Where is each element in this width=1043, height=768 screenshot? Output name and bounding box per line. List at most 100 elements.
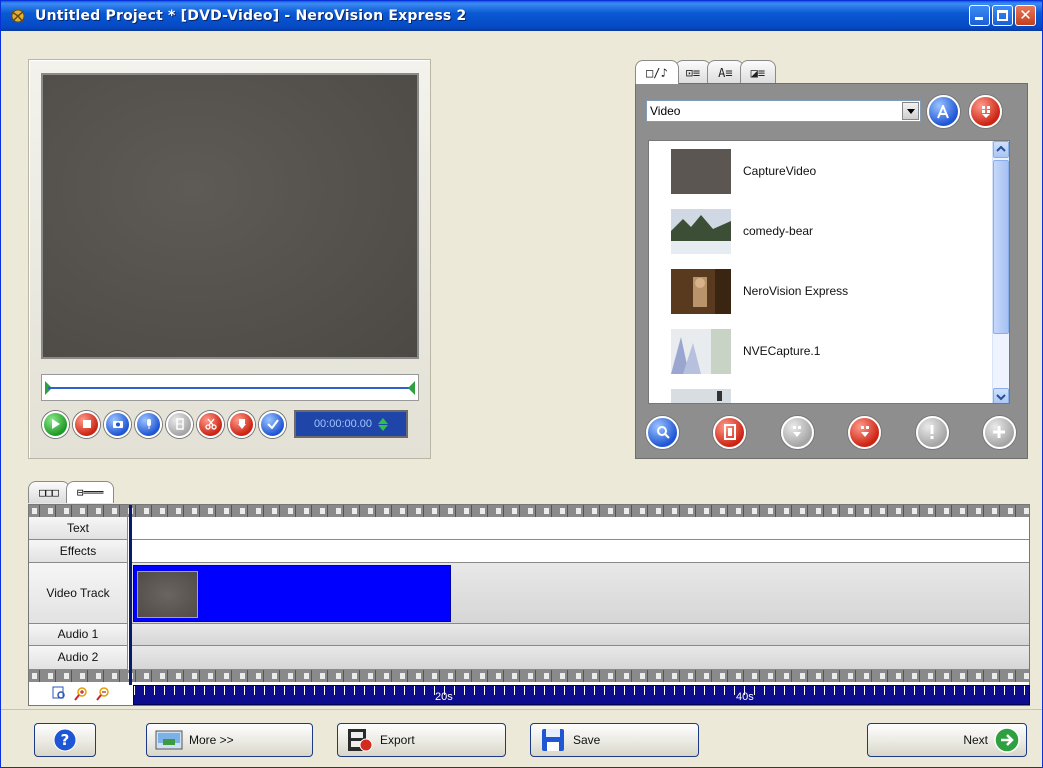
bottom-toolbar: ? More >> Export Save Next [1, 709, 1042, 767]
media-name: CaptureVideo [743, 164, 817, 178]
window-controls: ✕ [969, 5, 1036, 26]
track-label-video: Video Track [29, 563, 128, 624]
media-list[interactable]: CaptureVideo comedy-bear NeroVision Expr… [648, 140, 1010, 404]
playhead-cursor[interactable] [129, 505, 132, 685]
import-down-button[interactable] [780, 415, 814, 449]
add-to-timeline-button[interactable] [848, 415, 882, 449]
save-button[interactable]: Save [530, 723, 699, 757]
tab-video-audio[interactable]: □/♪ [635, 60, 679, 84]
more-button[interactable]: More >> [146, 723, 313, 757]
auto-detect-button[interactable] [927, 95, 960, 128]
zoom-in-icon[interactable] [73, 686, 89, 702]
video-track[interactable] [129, 563, 1029, 624]
title-bar[interactable]: Untitled Project * [DVD-Video] - NeroVis… [1, 1, 1042, 31]
maximize-icon [997, 10, 1008, 21]
end-marker-icon[interactable] [408, 381, 415, 395]
export-label: Export [380, 733, 415, 747]
media-library-panel: Video CaptureVideo comedy-bear NeroVisio… [635, 83, 1028, 459]
category-select[interactable]: Video [646, 100, 921, 122]
split-button[interactable] [228, 410, 255, 438]
cut-button[interactable] [197, 410, 224, 438]
export-icon [348, 729, 373, 752]
grid-down-icon [793, 426, 802, 437]
video-clip[interactable] [133, 565, 451, 622]
effects-track[interactable] [129, 540, 1029, 563]
ruler-label-40s: 40s [736, 691, 754, 703]
chapter-button[interactable] [166, 410, 193, 438]
maximize-button[interactable] [992, 5, 1013, 26]
camera-icon [112, 421, 123, 428]
position-slider[interactable] [41, 374, 419, 401]
add-media-button[interactable] [982, 415, 1016, 449]
scroll-thumb[interactable] [993, 160, 1009, 334]
save-label: Save [573, 733, 601, 747]
snapshot-button[interactable] [104, 410, 131, 438]
exclamation-icon [930, 425, 934, 439]
list-item[interactable]: NeroVision Express [649, 261, 989, 321]
auto-icon [936, 104, 949, 118]
scroll-down-button[interactable] [993, 388, 1009, 403]
media-name: NeroVision Express [743, 284, 849, 298]
next-button[interactable]: Next [867, 723, 1027, 757]
video-thumbnail [671, 148, 731, 194]
window-title: Untitled Project * [DVD-Video] - NeroVis… [35, 8, 467, 24]
list-item[interactable]: NVECapture.1 [649, 321, 989, 381]
minimize-button[interactable] [969, 5, 990, 26]
video-thumbnail [671, 388, 731, 403]
text-track[interactable] [129, 517, 1029, 540]
video-thumbnail [671, 268, 731, 314]
audio1-track[interactable] [129, 624, 1029, 646]
slider-track [48, 387, 412, 389]
tab-transitions[interactable]: ⊡≡ [674, 60, 712, 84]
help-button[interactable]: ? [34, 723, 96, 757]
tab-text-effects[interactable]: A≡ [707, 60, 744, 84]
media-name: comedy-bear [743, 224, 814, 238]
film-strip-top [29, 505, 1029, 517]
search-media-button[interactable] [646, 415, 679, 449]
media-list-scrollbar[interactable] [992, 141, 1009, 403]
library-menu-button[interactable] [969, 95, 1002, 128]
spin-down-icon[interactable] [378, 424, 389, 431]
export-button[interactable]: Export [337, 723, 506, 757]
record-audio-button[interactable] [135, 410, 162, 438]
library-actions [646, 414, 1016, 450]
spin-up-icon[interactable] [378, 417, 389, 424]
magnifier-icon [656, 426, 670, 439]
timecode-field[interactable]: 00:00:00.00 [294, 410, 408, 438]
help-glyph: ? [61, 731, 70, 749]
zoom-fit-icon[interactable] [51, 686, 67, 702]
list-item[interactable] [649, 381, 989, 403]
scroll-up-button[interactable] [993, 141, 1009, 158]
audio2-track[interactable] [129, 646, 1029, 670]
stop-button[interactable] [73, 410, 100, 438]
microphone-icon [146, 419, 151, 429]
confirm-button[interactable] [259, 410, 286, 438]
close-button[interactable]: ✕ [1015, 5, 1036, 26]
grid-down-icon [981, 105, 990, 118]
zoom-out-icon[interactable] [95, 686, 111, 702]
list-item[interactable]: comedy-bear [649, 201, 989, 261]
close-icon: ✕ [1019, 6, 1032, 24]
time-ruler[interactable]: 20s 40s [133, 685, 1030, 705]
category-value: Video [650, 104, 681, 118]
tab-storyboard[interactable]: □□□ [28, 481, 70, 503]
film-strip-icon [175, 418, 184, 430]
timecode-spinner[interactable] [378, 417, 389, 431]
timecode-value: 00:00:00.00 [313, 418, 373, 430]
properties-button[interactable] [915, 415, 949, 449]
list-item[interactable]: CaptureVideo [649, 141, 989, 201]
dropdown-arrow-icon[interactable] [902, 102, 919, 120]
more-options-icon [155, 730, 183, 750]
next-label: Next [963, 733, 988, 747]
help-icon: ? [53, 728, 77, 752]
split-down-icon [237, 419, 246, 429]
nerovision-app-icon [11, 9, 25, 23]
tab-video-effects[interactable]: ◪≡ [739, 60, 777, 84]
tab-timeline[interactable]: ⊟═══ [65, 481, 115, 503]
play-button[interactable] [42, 410, 69, 438]
video-preview-screen [41, 73, 419, 359]
capture-video-button[interactable] [713, 415, 747, 449]
video-thumbnail [671, 208, 731, 254]
zoom-controls [51, 686, 111, 702]
scissors-icon [204, 418, 217, 430]
